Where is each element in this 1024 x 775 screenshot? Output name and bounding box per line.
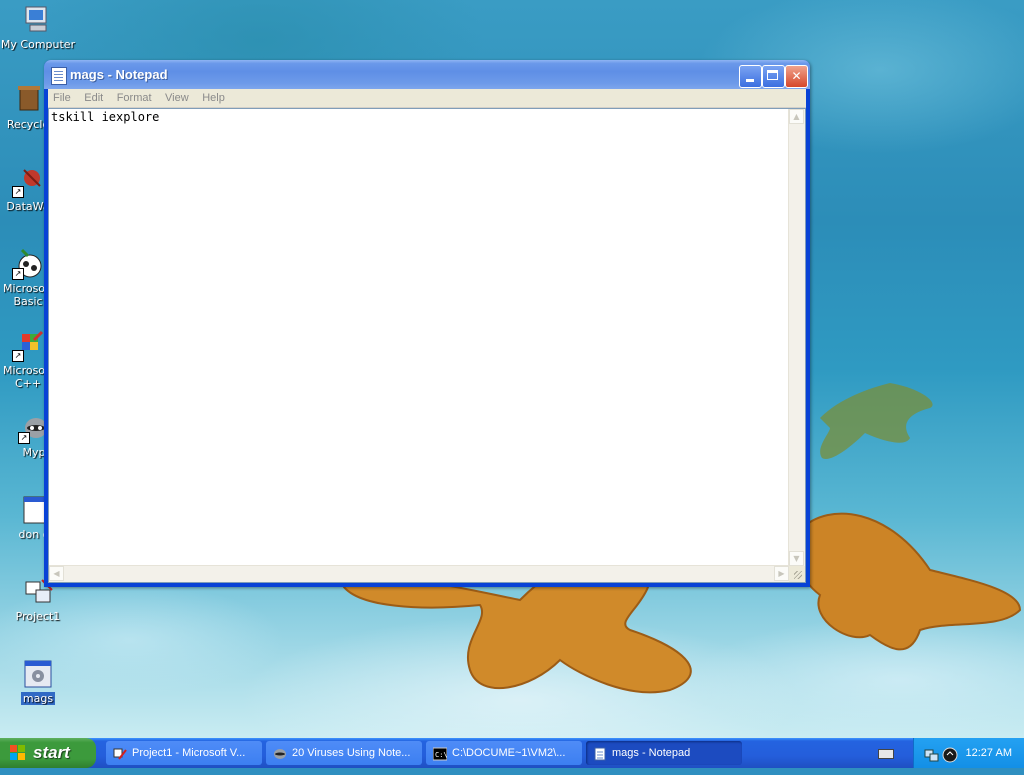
menu-format[interactable]: Format	[112, 89, 157, 107]
scroll-down-button[interactable]: ▼	[789, 551, 804, 566]
wallpaper-starfish-small	[820, 383, 933, 459]
browser-icon	[273, 746, 287, 760]
vertical-scrollbar[interactable]: ▲ ▼	[788, 109, 805, 566]
mags-file-icon[interactable]: mags	[0, 658, 76, 708]
task-label: C:\DOCUME~1\VM2\...	[452, 747, 566, 759]
windows-flag-icon	[10, 745, 26, 761]
menu-file[interactable]: File	[48, 89, 76, 107]
shortcut-arrow-icon: ↗	[12, 186, 24, 198]
gear-window-icon	[22, 658, 54, 690]
shortcut-arrow-icon: ↗	[12, 350, 24, 362]
horizontal-scrollbar[interactable]: ◀ ▶	[49, 565, 789, 582]
shortcut-arrow-icon: ↗	[18, 432, 30, 444]
keyboard-icon[interactable]	[878, 749, 894, 759]
task-label: Project1 - Microsoft V...	[132, 747, 246, 759]
desktop-icon-label: mags	[20, 692, 56, 705]
task-mags-notepad[interactable]: mags - Notepad	[586, 741, 742, 765]
vb-icon	[113, 746, 127, 760]
recycle-bin-icon-image	[12, 84, 44, 116]
close-button[interactable]: ✕	[785, 65, 808, 88]
start-label: start	[33, 743, 70, 762]
task-label: mags - Notepad	[612, 747, 691, 759]
menu-help[interactable]: Help	[197, 89, 230, 107]
cmd-icon: C:\	[432, 746, 448, 761]
scroll-up-button[interactable]: ▲	[789, 109, 804, 124]
window-title: mags - Notepad	[70, 67, 168, 82]
network-icon[interactable]	[924, 745, 940, 775]
desktop-icon-label: My Computer	[0, 38, 76, 51]
clock[interactable]: 12:27 AM	[966, 738, 1012, 768]
shortcut-arrow-icon: ↗	[12, 268, 24, 280]
start-button[interactable]: start	[0, 738, 96, 768]
minimize-button[interactable]	[739, 65, 762, 88]
task-command-prompt[interactable]: C:\ C:\DOCUME~1\VM2\...	[426, 741, 582, 765]
microsoft-basic-icon: ↗	[12, 248, 44, 280]
maximize-button[interactable]	[762, 65, 785, 88]
task-label: 20 Viruses Using Note...	[292, 747, 411, 759]
minimize-icon	[746, 79, 754, 82]
security-shield-icon[interactable]	[942, 745, 958, 775]
system-tray: 12:27 AM	[913, 738, 1024, 768]
taskbar: start Project1 - Microsoft V... 20 Virus…	[0, 738, 1024, 768]
editor-content[interactable]: tskill iexplore	[51, 110, 159, 124]
menu-edit[interactable]: Edit	[79, 89, 108, 107]
notepad-window[interactable]: mags - Notepad ✕ File Edit Format View H…	[44, 60, 810, 587]
computer-icon	[22, 4, 54, 36]
task-viruses-browser[interactable]: 20 Viruses Using Note...	[266, 741, 422, 765]
text-editor[interactable]: tskill iexplore ▲ ▼ ◀ ▶	[48, 108, 806, 583]
scroll-right-button[interactable]: ▶	[774, 566, 789, 581]
my-computer-icon[interactable]: My Computer	[0, 4, 76, 51]
scroll-left-button[interactable]: ◀	[49, 566, 64, 581]
notepad-icon[interactable]	[51, 67, 67, 85]
menu-view[interactable]: View	[160, 89, 194, 107]
svg-text:C:\: C:\	[435, 751, 447, 759]
resize-grip[interactable]	[789, 566, 805, 582]
notepad-icon	[593, 746, 607, 761]
task-project1[interactable]: Project1 - Microsoft V...	[106, 741, 262, 765]
desktop-icon-label: Project1	[15, 610, 61, 623]
menu-bar: File Edit Format View Help	[48, 89, 806, 108]
window-titlebar[interactable]: mags - Notepad ✕	[44, 60, 810, 89]
maximize-icon	[767, 70, 778, 80]
close-icon: ✕	[791, 69, 802, 83]
microsoft-cpp-icon: ↗	[12, 330, 44, 362]
datawa-icon: ↗	[12, 166, 44, 198]
